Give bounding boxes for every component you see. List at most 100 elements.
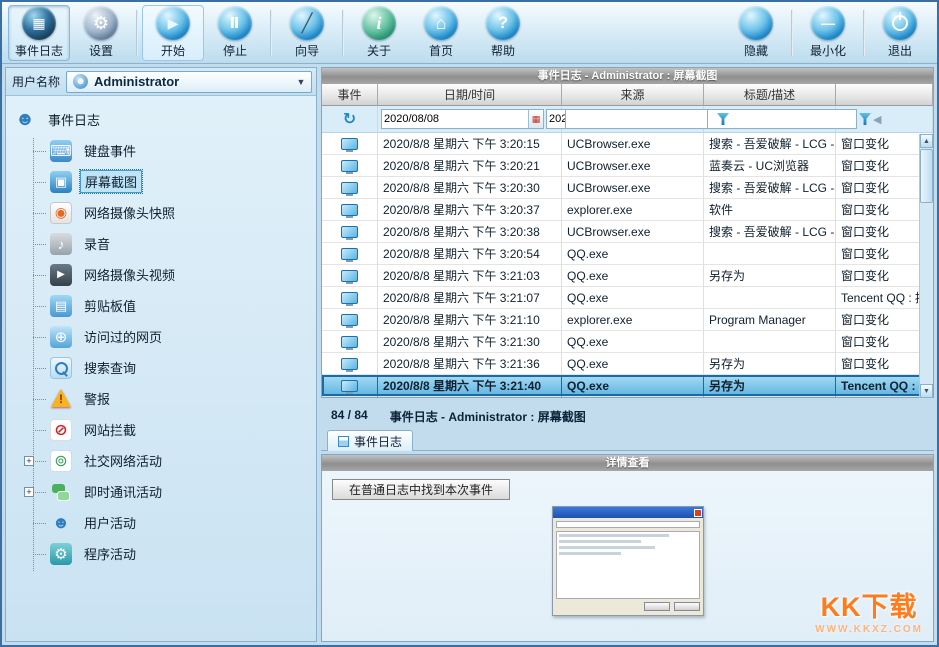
toolbar-hide-button[interactable]: 隐藏	[725, 5, 787, 61]
cell-datetime: 2020/8/8 星期六 下午 3:21:07	[378, 287, 562, 309]
cell-title	[704, 243, 836, 265]
detail-title-bar: 详情查看	[322, 455, 933, 471]
cell-source: UCBrowser.exe	[562, 221, 704, 243]
toolbar-minimize-button[interactable]: 最小化	[797, 5, 859, 61]
toolbar-home-button[interactable]: 首页	[410, 5, 472, 61]
column-header-datetime[interactable]: 日期/时间	[378, 84, 562, 106]
toolbar-start-button[interactable]: 开始	[142, 5, 204, 61]
table-row[interactable]: 2020/8/8 星期六 下午 3:20:37 explorer.exe 软件 …	[322, 199, 933, 221]
table-row[interactable]: 2020/8/8 星期六 下午 3:21:30 QQ.exe 窗口变化	[322, 331, 933, 353]
scrollbar-thumb[interactable]	[920, 149, 933, 203]
cell-title: Program Manager	[704, 309, 836, 331]
filter-cell-source	[562, 106, 704, 132]
home-icon	[424, 6, 458, 40]
cell-title	[704, 287, 836, 309]
sidebar-item-search-queries[interactable]: 搜索查询	[6, 352, 316, 383]
table-row[interactable]: 2020/8/8 星期六 下午 3:21:36 QQ.exe 另存为 窗口变化	[322, 353, 933, 375]
sidebar-item-clipboard[interactable]: 剪贴板值	[6, 290, 316, 321]
table-row-selected[interactable]: 2020/8/8 星期六 下午 3:21:40 QQ.exe 另存为 Tence…	[322, 375, 933, 397]
expand-plus-icon[interactable]	[24, 487, 34, 497]
date-from-input[interactable]	[382, 113, 528, 125]
toolbar-label: 开始	[161, 42, 185, 59]
monitor-icon	[341, 380, 358, 392]
date-from-picker	[381, 109, 544, 129]
source-filter-input[interactable]	[565, 109, 715, 129]
calendar-icon[interactable]	[528, 110, 543, 128]
toolbar-help-button[interactable]: 帮助	[472, 5, 534, 61]
scroll-up-icon[interactable]: ▲	[920, 134, 933, 148]
thumb-close-icon	[694, 509, 702, 517]
cell-title: 搜索 - 吾爱破解 - LCG - l	[704, 221, 836, 243]
chevron-down-icon[interactable]	[293, 73, 309, 91]
sidebar-item-audio-recording[interactable]: 录音	[6, 228, 316, 259]
toolbar-label: 退出	[888, 42, 912, 59]
screenshot-thumbnail[interactable]	[552, 506, 704, 616]
sidebar-item-instant-messaging[interactable]: 即时通讯活动	[6, 476, 316, 507]
table-row[interactable]: 2020/8/8 星期六 下午 3:20:21 UCBrowser.exe 蓝奏…	[322, 155, 933, 177]
sidebar-item-visited-webpages[interactable]: 访问过的网页	[6, 321, 316, 352]
sidebar-item-screenshots[interactable]: 屏幕截图	[6, 166, 316, 197]
user-dropdown[interactable]: Administrator	[66, 71, 312, 93]
toolbar-separator	[863, 10, 865, 56]
sidebar-item-user-activity[interactable]: 用户活动	[6, 507, 316, 538]
toolbar-label: 停止	[223, 42, 247, 59]
cell-source: UCBrowser.exe	[562, 177, 704, 199]
sidebar-item-event-log[interactable]: 事件日志	[6, 104, 316, 135]
wizard-icon	[290, 6, 324, 40]
sidebar-item-webcam-snapshots[interactable]: 网络摄像头快照	[6, 197, 316, 228]
sidebar-item-program-activity[interactable]: 程序活动	[6, 538, 316, 569]
cell-title: 搜索 - 吾爱破解 - LCG - l	[704, 133, 836, 155]
table-row[interactable]: 2020/8/8 星期六 下午 3:20:38 UCBrowser.exe 搜索…	[322, 221, 933, 243]
help-icon	[486, 6, 520, 40]
vertical-scrollbar[interactable]: ▲ ▼	[919, 134, 933, 398]
toolbar-exit-button[interactable]: 退出	[869, 5, 931, 61]
sidebar-item-social-network[interactable]: 社交网络活动	[6, 445, 316, 476]
webcam-icon	[50, 202, 72, 224]
table-row[interactable]: 2020/8/8 星期六 下午 3:20:54 QQ.exe 窗口变化	[322, 243, 933, 265]
column-header-extra[interactable]	[836, 84, 933, 106]
table-row[interactable]: 2020/8/8 星期六 下午 3:21:07 QQ.exe Tencent Q…	[322, 287, 933, 309]
sidebar-item-website-blocking[interactable]: 网站拦截	[6, 414, 316, 445]
refresh-icon[interactable]	[343, 109, 356, 129]
toolbar-settings-button[interactable]: 设置	[70, 5, 132, 61]
toolbar-separator	[342, 10, 344, 56]
column-header-title[interactable]: 标题/描述	[704, 84, 836, 106]
monitor-icon	[341, 270, 358, 282]
table-header: 事件 日期/时间 来源 标题/描述	[322, 84, 933, 106]
search-icon	[50, 357, 72, 379]
toolbar-event-log-button[interactable]: 事件日志	[8, 5, 70, 61]
find-in-log-button[interactable]: 在普通日志中找到本次事件	[332, 479, 510, 500]
table-row[interactable]: 2020/8/8 星期六 下午 3:20:30 UCBrowser.exe 搜索…	[322, 177, 933, 199]
column-header-source[interactable]: 来源	[562, 84, 704, 106]
event-tree: 事件日志 键盘事件 屏幕截图 网络摄像头快照 录音	[6, 96, 316, 641]
filter-cell-dates	[378, 106, 562, 132]
settings-icon	[84, 6, 118, 40]
scroll-down-icon[interactable]: ▼	[920, 384, 933, 398]
toolbar-label: 帮助	[491, 42, 515, 59]
monitor-icon	[341, 138, 358, 150]
exit-icon	[883, 6, 917, 40]
toolbar-wizard-button[interactable]: 向导	[276, 5, 338, 61]
table-row[interactable]: 2020/8/8 星期六 下午 3:20:15 UCBrowser.exe 搜索…	[322, 133, 933, 155]
social-network-icon	[50, 450, 72, 472]
sidebar-item-keyboard-events[interactable]: 键盘事件	[6, 135, 316, 166]
sidebar-item-webcam-video[interactable]: 网络摄像头视频	[6, 259, 316, 290]
sidebar-item-alerts[interactable]: 警报	[6, 383, 316, 414]
filter-cell-refresh	[322, 106, 378, 132]
table-row[interactable]: 2020/8/8 星期六 下午 3:21:10 explorer.exe Pro…	[322, 309, 933, 331]
column-header-event[interactable]: 事件	[322, 84, 378, 106]
expand-plus-icon[interactable]	[24, 456, 34, 466]
toolbar-about-button[interactable]: 关于	[348, 5, 410, 61]
toolbar-label: 设置	[89, 42, 113, 59]
cell-datetime: 2020/8/8 星期六 下午 3:21:40	[378, 375, 562, 397]
record-count: 84 / 84	[331, 408, 368, 425]
tab-event-log[interactable]: 事件日志	[327, 430, 413, 451]
cell-title	[704, 331, 836, 353]
cell-source: explorer.exe	[562, 199, 704, 221]
toolbar-stop-button[interactable]: 停止	[204, 5, 266, 61]
toolbar-label: 首页	[429, 42, 453, 59]
cell-datetime: 2020/8/8 星期六 下午 3:20:37	[378, 199, 562, 221]
main-panel: 事件日志 - Administrator : 屏幕截图 事件 日期/时间 来源 …	[321, 67, 934, 642]
title-filter-input[interactable]	[707, 109, 857, 129]
table-row[interactable]: 2020/8/8 星期六 下午 3:21:03 QQ.exe 另存为 窗口变化	[322, 265, 933, 287]
